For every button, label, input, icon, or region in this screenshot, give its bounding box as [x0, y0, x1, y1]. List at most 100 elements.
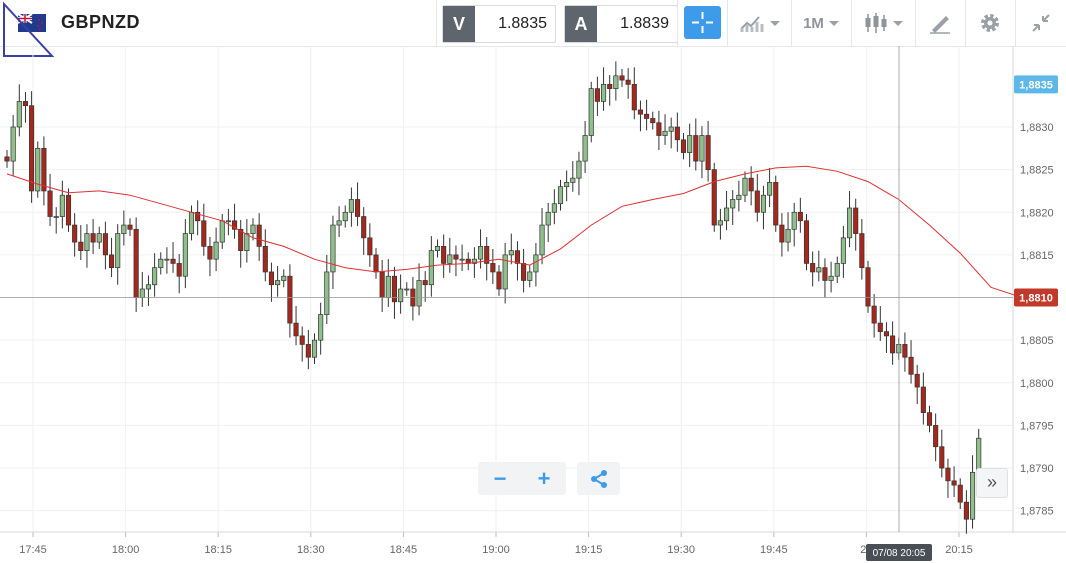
candle-body [508, 250, 514, 256]
candle-body [182, 233, 188, 277]
candle-body [102, 233, 108, 256]
candle-body [723, 207, 730, 222]
candle-body [422, 280, 428, 286]
y-tick-label: 1,8795 [1020, 420, 1054, 432]
candle-body [478, 246, 484, 260]
candle-body [637, 109, 644, 115]
candle-body [564, 182, 570, 188]
candle-body [342, 211, 348, 222]
scroll-to-latest-button[interactable]: » [976, 468, 1008, 498]
settings-button[interactable] [965, 0, 1015, 46]
crosshair-time-label: 07/08 20:05 [873, 548, 926, 559]
candle-body [72, 224, 78, 243]
y-tick-label: 1,8805 [1020, 335, 1054, 347]
candle-body [533, 254, 539, 273]
candle-body [736, 194, 742, 200]
x-tick-label: 18:45 [390, 544, 418, 556]
candle-body [4, 156, 10, 162]
candle-body [699, 135, 705, 162]
candle-body [908, 356, 914, 375]
candle-body [268, 271, 275, 286]
candle-body [115, 233, 121, 269]
y-tick-label: 1,8825 [1020, 165, 1054, 177]
candle-body [582, 135, 588, 162]
candle-body [324, 271, 330, 315]
candle-body [16, 101, 22, 128]
share-button[interactable] [577, 462, 620, 495]
x-tick-label: 18:30 [297, 544, 325, 556]
x-tick-label: 20:15 [945, 544, 973, 556]
candle-body [631, 84, 637, 111]
candle-body [711, 169, 717, 226]
crosshair-price-label: 1,8810 [1019, 293, 1053, 305]
ask-price-box[interactable]: A 1.8839 [564, 5, 678, 43]
collapse-button[interactable] [1015, 0, 1066, 46]
candle-body [607, 84, 613, 89]
candle-body [545, 211, 551, 226]
candle-body [576, 160, 582, 179]
candle-body [865, 267, 871, 307]
candle-body [41, 147, 47, 192]
candle-body [521, 263, 527, 281]
candle-body [10, 126, 16, 162]
candle-body [459, 258, 465, 261]
candle-body [828, 275, 834, 281]
y-tick-label: 1,8785 [1020, 506, 1054, 518]
candle-body [336, 220, 342, 226]
candle-body [416, 280, 422, 307]
candle-body [680, 139, 687, 153]
candle-body [951, 480, 957, 486]
candle-body [754, 190, 760, 213]
candle-body [244, 233, 250, 251]
candle-body [398, 288, 404, 303]
y-tick-label: 1,8820 [1020, 207, 1054, 219]
candle-body [662, 130, 668, 136]
candle-body [59, 194, 65, 217]
candle-body [914, 373, 920, 388]
timeframe-label: 1M [803, 14, 824, 32]
candle-body [90, 233, 96, 243]
candle-body [78, 241, 84, 251]
chart-type-button[interactable] [851, 0, 915, 46]
candle-body [650, 118, 656, 124]
zoom-in-button[interactable]: + [522, 462, 566, 495]
candle-body [355, 199, 361, 217]
timeframe-button[interactable]: 1M [791, 0, 851, 46]
draw-button[interactable] [915, 0, 965, 46]
candle-body [674, 126, 680, 141]
candle-body [822, 267, 828, 281]
candle-body [748, 177, 754, 192]
instrument-symbol[interactable]: GBPNZD [61, 12, 140, 33]
candle-body [902, 344, 908, 358]
x-tick-label: 18:00 [112, 544, 140, 556]
bid-label: V [443, 6, 475, 42]
candle-body [158, 258, 164, 269]
zoom-out-button[interactable]: − [478, 462, 522, 495]
y-tick-label: 1,8800 [1020, 378, 1054, 390]
candle-body [803, 220, 810, 264]
bid-price-box[interactable]: V 1.8835 [442, 5, 556, 43]
candle-body [139, 288, 145, 298]
candle-body [600, 84, 607, 102]
candle-body [644, 113, 650, 119]
y-tick-label: 1,8830 [1020, 122, 1054, 134]
indicators-button[interactable] [727, 0, 791, 46]
crosshair-icon [692, 12, 713, 33]
gear-icon [981, 14, 999, 32]
crosshair-button[interactable] [684, 6, 721, 39]
candle-body [730, 199, 736, 209]
candle-body [840, 237, 846, 264]
candle-body [557, 186, 564, 205]
candle-body [127, 224, 133, 230]
candle-body [281, 275, 287, 281]
candle-body [705, 135, 711, 170]
candle-body [250, 224, 256, 234]
candle-body [834, 263, 840, 277]
candle-body [299, 335, 305, 345]
candle-body [121, 224, 127, 234]
candle-body [441, 246, 447, 264]
x-tick-label: 19:30 [667, 544, 695, 556]
candle-body [434, 246, 441, 251]
candle-body [47, 190, 53, 217]
candle-body [262, 246, 268, 273]
